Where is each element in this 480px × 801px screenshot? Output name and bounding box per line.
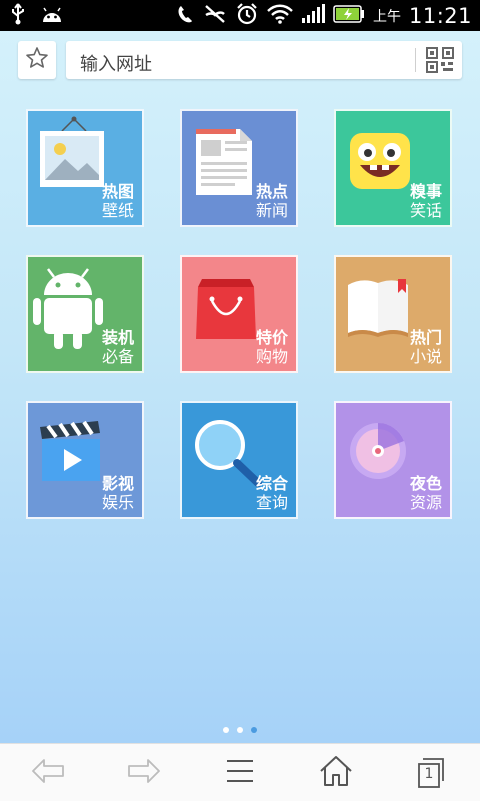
star-icon bbox=[25, 46, 49, 74]
tile-subtitle: 壁纸 bbox=[101, 201, 134, 220]
tile-subtitle: 购物 bbox=[255, 347, 288, 366]
tile-subtitle: 必备 bbox=[101, 347, 134, 366]
tile-wallpaper[interactable]: 热图 壁纸 bbox=[26, 109, 144, 227]
tile-movies[interactable]: 影视 娱乐 bbox=[26, 401, 144, 519]
tile-shopping[interactable]: 特价 购物 bbox=[180, 255, 298, 373]
tile-title: 特价 bbox=[255, 328, 288, 347]
alarm-icon bbox=[235, 2, 259, 30]
url-divider bbox=[415, 48, 416, 72]
tile-title: 综合 bbox=[255, 474, 288, 493]
tile-title: 糗事 bbox=[409, 182, 442, 201]
am-pm-label: 上午 bbox=[372, 8, 401, 25]
tabs-button[interactable]: 1 bbox=[384, 744, 480, 801]
tile-subtitle: 笑话 bbox=[409, 201, 442, 220]
tabs-icon: 1 bbox=[417, 757, 447, 789]
tile-title: 热图 bbox=[101, 182, 134, 201]
missed-call-icon bbox=[203, 3, 227, 29]
tile-search[interactable]: 综合 查询 bbox=[180, 401, 298, 519]
tile-subtitle: 资源 bbox=[409, 493, 442, 512]
menu-button[interactable] bbox=[192, 744, 288, 801]
tile-title: 影视 bbox=[101, 474, 134, 493]
tab-count: 1 bbox=[424, 765, 434, 782]
tile-night[interactable]: 夜色 资源 bbox=[334, 401, 452, 519]
page-indicator bbox=[0, 727, 480, 733]
tile-novels[interactable]: 热门 小说 bbox=[334, 255, 452, 373]
clock-time: 11:21 bbox=[408, 3, 472, 28]
tile-subtitle: 娱乐 bbox=[101, 493, 134, 512]
bottom-toolbar: 1 bbox=[0, 743, 480, 801]
tile-title: 夜色 bbox=[409, 474, 442, 493]
tile-news[interactable]: 热点 新闻 bbox=[180, 109, 298, 227]
page-dot[interactable] bbox=[237, 727, 243, 733]
mute-icon bbox=[175, 3, 195, 29]
menu-icon bbox=[225, 759, 255, 787]
tile-subtitle: 查询 bbox=[255, 493, 288, 512]
home-icon bbox=[319, 755, 353, 791]
battery-icon bbox=[333, 4, 365, 27]
back-arrow-icon bbox=[31, 757, 65, 789]
forward-arrow-icon bbox=[127, 757, 161, 789]
usb-icon bbox=[10, 2, 26, 29]
url-input[interactable]: 输入网址 bbox=[66, 41, 462, 79]
forward-button[interactable] bbox=[96, 744, 192, 801]
tile-apps[interactable]: 装机 必备 bbox=[26, 255, 144, 373]
tile-jokes[interactable]: 糗事 笑话 bbox=[334, 109, 452, 227]
tile-title: 热点 bbox=[255, 182, 288, 201]
wifi-icon bbox=[267, 4, 293, 28]
address-bar: 输入网址 bbox=[0, 31, 480, 89]
tile-title: 热门 bbox=[409, 328, 442, 347]
tile-subtitle: 小说 bbox=[409, 347, 442, 366]
bookmark-button[interactable] bbox=[18, 41, 56, 79]
status-bar: 上午 11:21 bbox=[0, 0, 480, 31]
page-dot[interactable] bbox=[223, 727, 229, 733]
page-dot-active[interactable] bbox=[251, 727, 257, 733]
home-button[interactable] bbox=[288, 744, 384, 801]
tile-title: 装机 bbox=[101, 328, 134, 347]
tile-subtitle: 新闻 bbox=[255, 201, 288, 220]
android-icon bbox=[40, 4, 64, 28]
signal-icon bbox=[301, 3, 325, 28]
back-button[interactable] bbox=[0, 744, 96, 801]
qr-code-icon[interactable] bbox=[426, 47, 454, 73]
url-placeholder: 输入网址 bbox=[80, 54, 152, 75]
